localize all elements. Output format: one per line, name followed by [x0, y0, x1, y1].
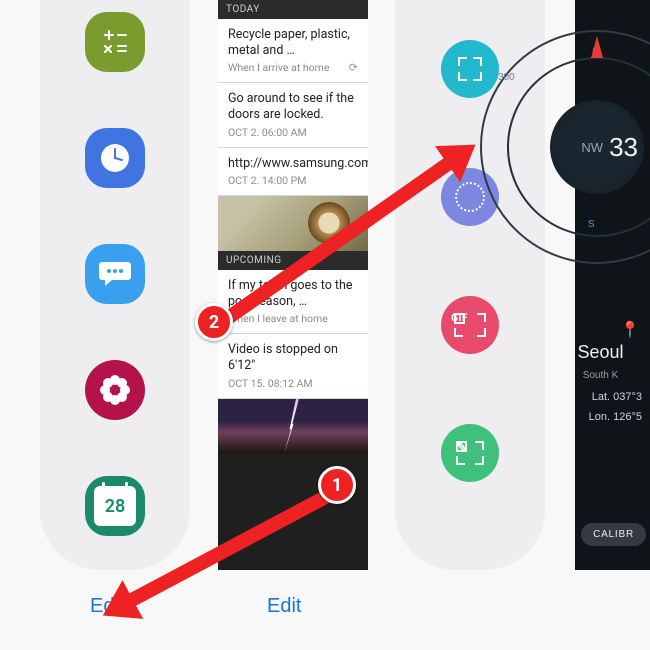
messages-app-icon[interactable]	[85, 244, 145, 304]
calculator-glyph-icon	[101, 28, 129, 56]
reminder-card[interactable]: Recycle paper, plastic, metal and … When…	[218, 19, 368, 83]
reminder-card[interactable]: http://www.samsung.com OCT 2. 14:00 PM	[218, 148, 368, 197]
annotation-badge-1: 1	[318, 466, 356, 504]
reminder-sub: When I arrive at home⟳	[228, 61, 358, 74]
reminder-title: If my team goes to the postseason, …	[228, 278, 358, 309]
location-pin-icon: 📍	[555, 320, 646, 340]
region: South K	[583, 370, 619, 381]
repeat-icon: ⟳	[349, 61, 358, 74]
rectangle-select-icon	[458, 57, 482, 81]
flower-icon	[98, 373, 132, 407]
compass-heading: NW33	[550, 100, 644, 194]
apps-edge-panel: 28	[40, 0, 190, 570]
latitude: Lat. 037°3	[555, 391, 646, 403]
oval-select-icon	[455, 182, 485, 212]
gallery-app-icon[interactable]	[85, 360, 145, 420]
calibrate-button[interactable]: CALIBR	[581, 523, 646, 546]
reminder-card[interactable]: If my team goes to the postseason, … Whe…	[218, 270, 368, 334]
compass-north-needle	[591, 36, 603, 58]
clock-app-icon[interactable]	[85, 128, 145, 188]
calendar-app-icon[interactable]: 28	[85, 476, 145, 536]
pin-icon: ✎	[456, 441, 484, 465]
reminder-title: Recycle paper, plastic, metal and …	[228, 27, 358, 58]
reminder-sub: OCT 15. 08:12 AM	[228, 377, 358, 390]
calendar-day: 28	[105, 496, 126, 517]
reminder-title: Video is stopped on 6'12"	[228, 342, 358, 373]
clock-glyph-icon	[97, 140, 133, 176]
annotation-badge-2: 2	[195, 303, 233, 341]
section-today: TODAY	[218, 0, 368, 19]
reminder-title: http://www.samsung.com	[228, 156, 358, 172]
speech-bubble-icon	[98, 260, 132, 288]
reminder-card[interactable]: Video is stopped on 6'12" OCT 15. 08:12 …	[218, 334, 368, 398]
gif-capture-button[interactable]: GIF	[441, 296, 499, 354]
reminder-title: Go around to see if the doors are locked…	[228, 91, 358, 122]
pin-screen-button[interactable]: ✎	[441, 424, 499, 482]
reminder-sub: OCT 2. 14:00 PM	[228, 174, 358, 187]
reminder-sub: OCT 2. 06:00 AM	[228, 126, 358, 139]
compass-app-panel: 0 330 300 NW33 S 📍 Seoul South K Lat. 03…	[575, 0, 650, 570]
calculator-app-icon[interactable]	[85, 12, 145, 72]
reminder-sub: When I leave at home	[228, 312, 358, 325]
compass-location-info: 📍 Seoul South K Lat. 037°3 Lon. 126°5	[555, 320, 646, 423]
reminder-thumb-map	[218, 196, 368, 251]
rectangle-select-button[interactable]	[441, 40, 499, 98]
edit-button[interactable]: Edit	[267, 595, 301, 618]
edit-button[interactable]: Edit	[90, 595, 124, 618]
longitude: Lon. 126°5	[555, 411, 646, 423]
section-upcoming: UPCOMING	[218, 251, 368, 270]
gif-icon: GIF	[454, 313, 486, 337]
reminder-thumb-video	[218, 399, 368, 454]
city: Seoul	[555, 342, 646, 363]
reminder-card[interactable]: Go around to see if the doors are locked…	[218, 83, 368, 147]
